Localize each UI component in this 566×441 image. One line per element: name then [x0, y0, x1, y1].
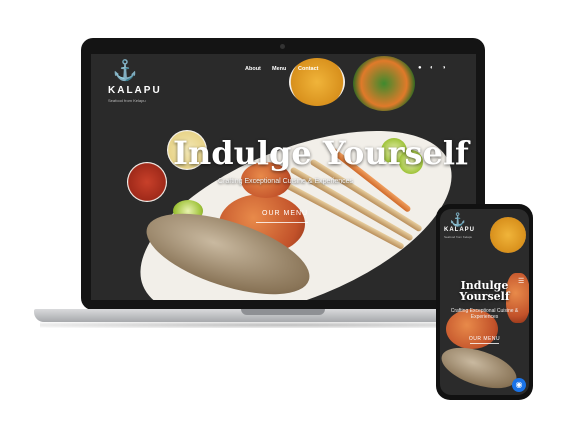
- fries-bowl: [490, 217, 526, 253]
- laptop-camera: [280, 44, 285, 49]
- brand-tagline: Seafood from Kelapu: [108, 98, 146, 103]
- grilled-fish: [440, 339, 522, 395]
- our-menu-button[interactable]: OUR MENU: [440, 336, 529, 342]
- hero-subtitle: Crafting Exceptional Cuisine & Experienc…: [218, 178, 354, 185]
- logo-icon[interactable]: ⚓: [109, 60, 141, 82]
- brand-name: KALAPU: [108, 85, 162, 96]
- nav-item-about[interactable]: About: [245, 66, 261, 72]
- hero-title-line2: Yourself: [459, 290, 510, 303]
- instagram-icon[interactable]: ◐: [430, 65, 434, 71]
- brand-name: KALAPU: [444, 227, 475, 233]
- laptop-notch: [241, 309, 325, 315]
- logo-icon[interactable]: ⚓: [446, 213, 470, 227]
- chili-sauce-bowl: [127, 162, 167, 202]
- nav-item-menu[interactable]: Menu: [272, 66, 286, 72]
- whatsapp-icon[interactable]: ◑: [442, 65, 446, 71]
- phone-screen: ⚓ KALAPU Seafood from Kelapu ☰ Indulge Y…: [440, 209, 529, 395]
- hero-subtitle-line2: Experiences: [470, 314, 499, 320]
- laptop-screen: ⚓ KALAPU Seafood from Kelapu About Menu …: [91, 54, 476, 300]
- hero-title: Indulge Yourself: [173, 134, 469, 172]
- our-menu-button[interactable]: OUR MENU: [262, 210, 308, 217]
- facebook-icon[interactable]: ●: [418, 65, 422, 71]
- our-menu-underline: [256, 222, 308, 223]
- veg-bowl: [353, 56, 415, 111]
- chat-icon[interactable]: ◉: [512, 378, 526, 392]
- our-menu-underline: [470, 343, 499, 344]
- brand-tagline: Seafood from Kelapu: [444, 235, 473, 239]
- nav-item-contact[interactable]: Contact: [298, 66, 318, 72]
